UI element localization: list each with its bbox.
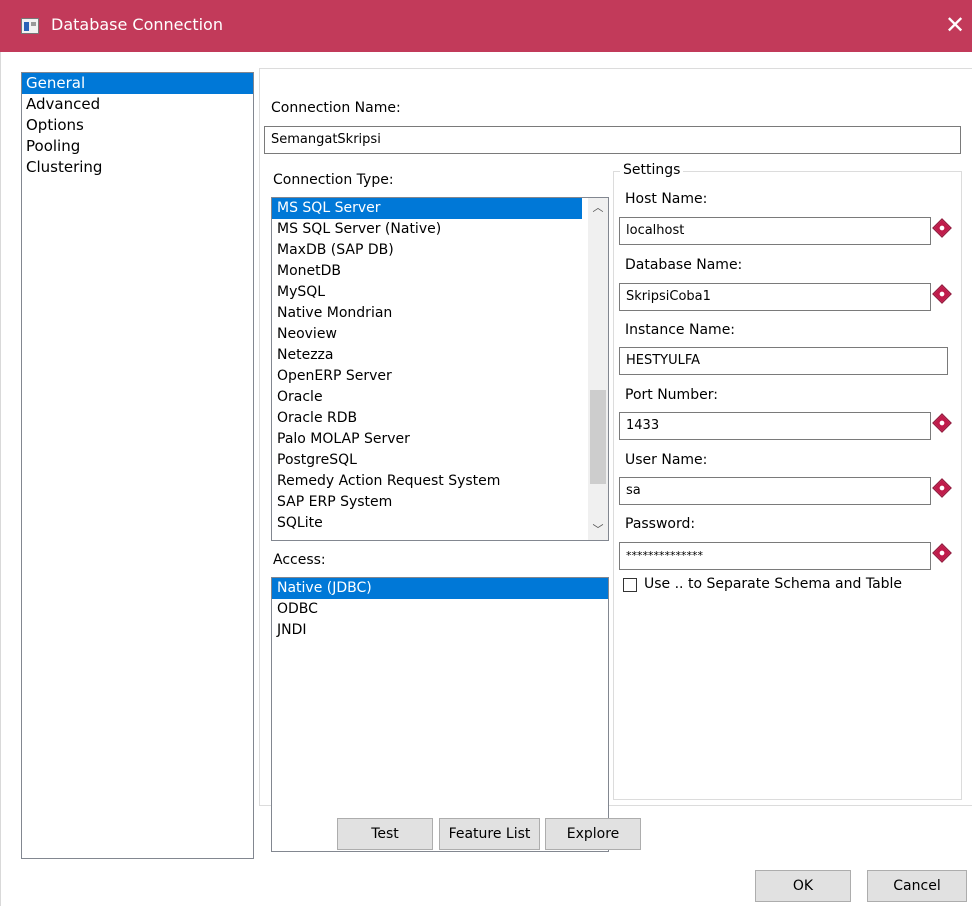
nav-item-general[interactable]: General [22,73,253,94]
host-name-input[interactable]: localhost [619,217,931,245]
list-item[interactable]: Palo MOLAP Server [272,429,608,450]
list-item[interactable]: Oracle [272,387,608,408]
list-item[interactable]: MS SQL Server (Native) [272,219,608,240]
dialog-body: General Advanced Options Pooling Cluster… [0,52,972,906]
database-name-input[interactable]: SkripsiCoba1 [619,283,931,311]
separate-schema-label: Use .. to Separate Schema and Table [644,576,903,592]
explore-button[interactable]: Explore [545,818,641,850]
list-item[interactable]: Remedy Action Request System [272,471,608,492]
access-label: Access: [273,552,326,568]
list-item[interactable]: Netezza [272,345,608,366]
chevron-up-icon[interactable]: ︿ [588,198,608,218]
list-item[interactable]: MaxDB (SAP DB) [272,240,608,261]
ok-button[interactable]: OK [755,870,851,902]
list-item[interactable]: Native Mondrian [272,303,608,324]
list-item[interactable]: SQLite [272,513,608,534]
nav-item-advanced[interactable]: Advanced [22,94,253,115]
list-item[interactable]: JNDI [272,620,608,641]
window-title: Database Connection [51,15,223,34]
settings-category-list[interactable]: General Advanced Options Pooling Cluster… [21,72,254,859]
password-input[interactable]: ************** [619,542,931,570]
scroll-thumb[interactable] [590,390,606,484]
password-label: Password: [625,516,696,532]
settings-legend: Settings [620,162,684,178]
nav-item-clustering[interactable]: Clustering [22,157,253,178]
cancel-button[interactable]: Cancel [867,870,967,902]
host-name-label: Host Name: [625,191,708,207]
access-list[interactable]: Native (JDBC) ODBC JNDI [271,577,609,852]
database-name-label: Database Name: [625,257,743,273]
feature-list-button[interactable]: Feature List [439,818,540,850]
connection-name-input[interactable]: SemangatSkripsi [264,126,961,154]
list-item[interactable]: OpenERP Server [272,366,608,387]
database-connection-icon [21,18,39,34]
connection-type-scrollbar[interactable]: ︿ ﹀ [588,198,608,540]
port-number-label: Port Number: [625,387,718,403]
user-name-label: User Name: [625,452,708,468]
list-item[interactable]: PostgreSQL [272,450,608,471]
instance-name-input[interactable]: HESTYULFA [619,347,948,375]
list-item[interactable]: Native (JDBC) [272,578,608,599]
nav-item-options[interactable]: Options [22,115,253,136]
chevron-down-icon[interactable]: ﹀ [588,520,608,540]
close-icon[interactable]: ✕ [940,10,970,40]
connection-type-list[interactable]: MS SQL Server MS SQL Server (Native) Max… [271,197,609,541]
separate-schema-checkbox[interactable] [623,578,637,592]
list-item[interactable]: Neoview [272,324,608,345]
title-bar: Database Connection ✕ [0,0,972,52]
instance-name-label: Instance Name: [625,322,736,338]
user-name-input[interactable]: sa [619,477,931,505]
list-item[interactable]: Oracle RDB [272,408,608,429]
port-number-input[interactable]: 1433 [619,412,931,440]
list-item[interactable]: SAP ERP System [272,492,608,513]
list-item[interactable]: MonetDB [272,261,608,282]
list-item[interactable]: MySQL [272,282,608,303]
list-item[interactable]: MS SQL Server [272,198,582,219]
connection-name-label: Connection Name: [271,100,401,116]
connection-type-label: Connection Type: [273,172,394,188]
list-item[interactable]: ODBC [272,599,608,620]
test-button[interactable]: Test [337,818,433,850]
nav-item-pooling[interactable]: Pooling [22,136,253,157]
